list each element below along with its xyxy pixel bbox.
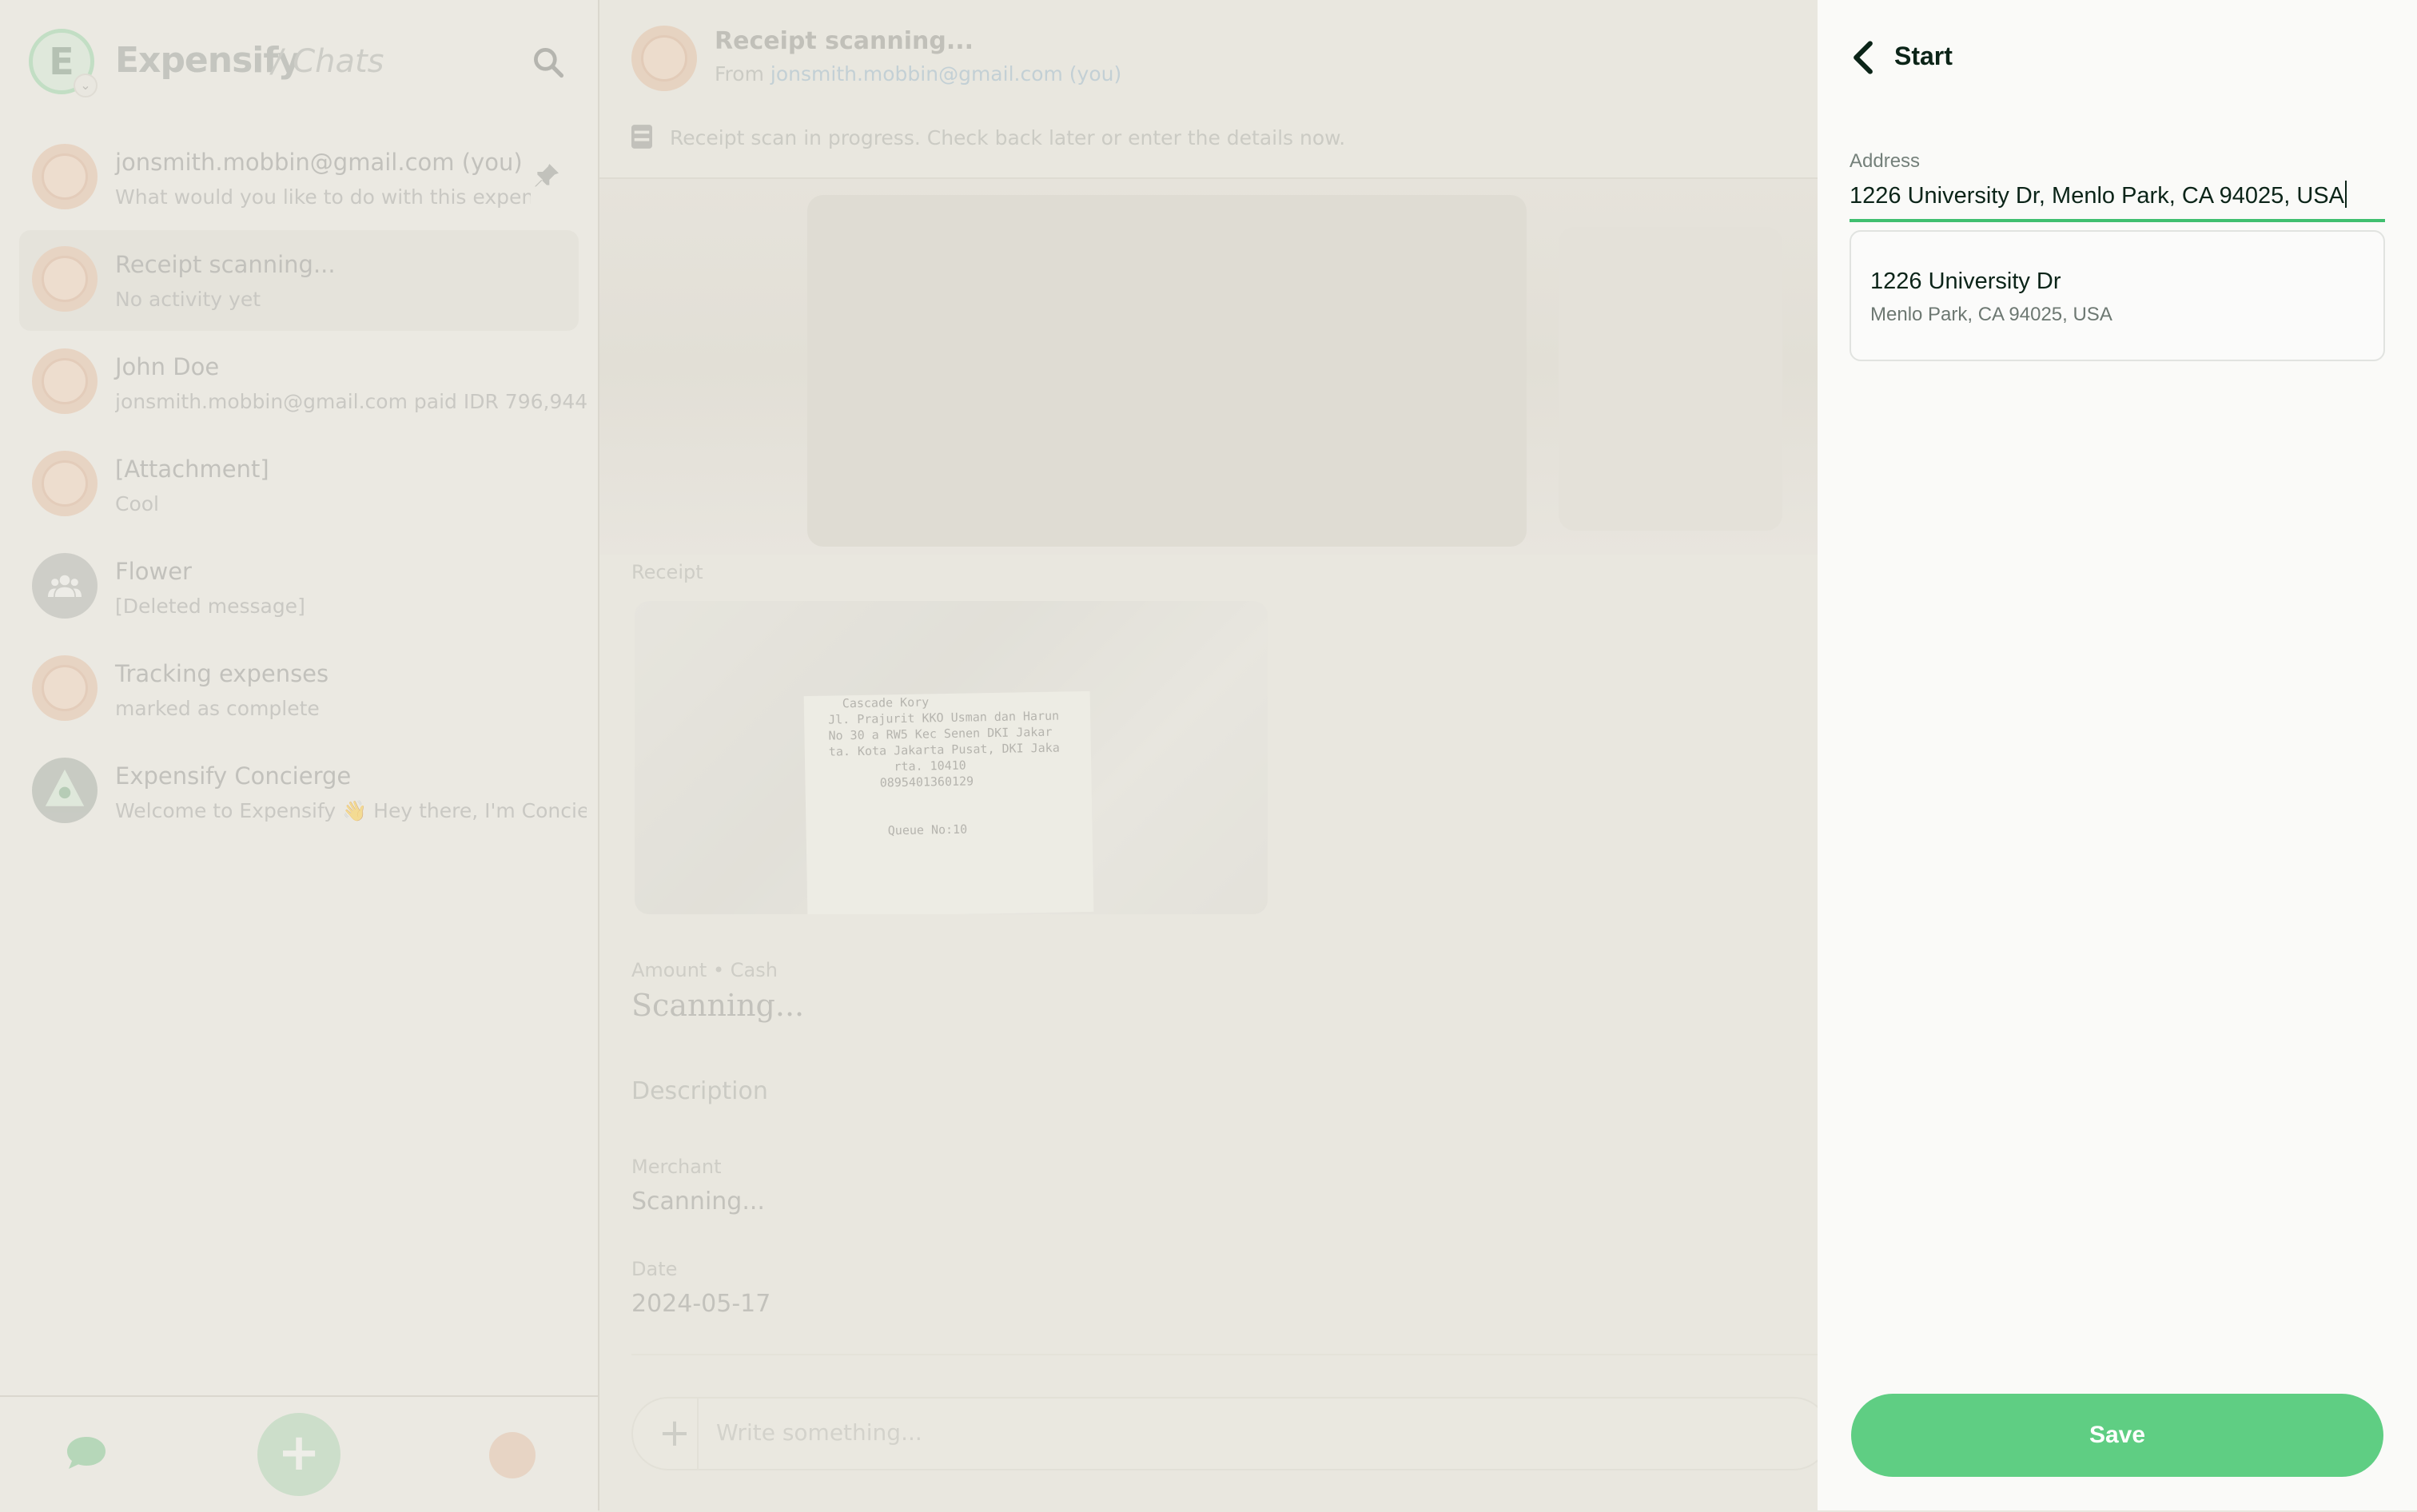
text-cursor bbox=[2344, 181, 2347, 208]
address-panel: Start Address 1226 University Dr, Menlo … bbox=[1818, 0, 2417, 1510]
chat-title: jonsmith.mobbin@gmail.com (you) bbox=[115, 149, 523, 176]
merchant-label: Merchant bbox=[631, 1156, 722, 1178]
chat-row-flower[interactable]: Flower [Deleted message] bbox=[19, 537, 579, 638]
chat-subtitle: jonsmith.mobbin@gmail.com paid IDR 796,9… bbox=[115, 390, 587, 413]
amount-label: Amount • Cash bbox=[631, 959, 778, 981]
avatar bbox=[32, 553, 98, 619]
chat-row-john-doe[interactable]: John Doe jonsmith.mobbin@gmail.com paid … bbox=[19, 332, 587, 433]
receipt-text: Cascade Kory Jl. Prajurit KKO Usman dan … bbox=[827, 694, 1060, 839]
chat-row-self[interactable]: jonsmith.mobbin@gmail.com (you) What wou… bbox=[19, 128, 579, 229]
chat-subtitle: Cool bbox=[115, 492, 159, 515]
avatar bbox=[32, 758, 98, 823]
address-suggestion[interactable]: 1226 University Dr Menlo Park, CA 94025,… bbox=[1850, 230, 2385, 361]
report-view: Receipt scanning... From jonsmith.mobbin… bbox=[599, 0, 1830, 1510]
chat-title: Tracking expenses bbox=[115, 660, 329, 687]
receipt-paper: Cascade Kory Jl. Prajurit KKO Usman dan … bbox=[803, 690, 1094, 914]
pin-icon bbox=[535, 164, 559, 187]
chat-subtitle: marked as complete bbox=[115, 697, 320, 720]
chat-row-concierge[interactable]: Expensify Concierge Welcome to Expensify… bbox=[19, 742, 587, 842]
merchant-value[interactable]: Scanning... bbox=[631, 1188, 765, 1216]
suggestion-city: Menlo Park, CA 94025, USA bbox=[1870, 304, 2112, 325]
chat-subtitle: What would you like to do with this expe… bbox=[115, 185, 531, 209]
account-avatar[interactable] bbox=[489, 1432, 536, 1478]
chat-row-attachment[interactable]: [Attachment] Cool bbox=[19, 435, 579, 535]
chat-subtitle: No activity yet bbox=[115, 288, 261, 311]
amount-value[interactable]: Scanning... bbox=[631, 988, 804, 1023]
create-button[interactable]: + bbox=[257, 1413, 340, 1496]
avatar bbox=[32, 451, 98, 516]
address-input-underline bbox=[1850, 219, 2385, 222]
search-icon[interactable] bbox=[531, 45, 566, 80]
avatar bbox=[631, 26, 697, 91]
chevron-down-icon[interactable]: ⌄ bbox=[74, 74, 98, 97]
composer-divider bbox=[631, 1354, 1818, 1355]
sidebar: E ⌄ Expensify / Chats jonsmith.mobbin@gm… bbox=[0, 0, 599, 1512]
save-button[interactable]: Save bbox=[1851, 1394, 2383, 1477]
panel-title: Start bbox=[1894, 42, 1953, 70]
chat-row-receipt-scanning[interactable]: Receipt scanning... No activity yet bbox=[19, 230, 579, 331]
address-input-text: 1226 University Dr, Menlo Park, CA 94025… bbox=[1850, 183, 2344, 209]
address-label: Address bbox=[1850, 150, 1921, 172]
receipt-scan-icon bbox=[631, 125, 652, 149]
scan-status-note: Receipt scan in progress. Check back lat… bbox=[670, 126, 1346, 149]
chat-row-tracking-expenses[interactable]: Tracking expenses marked as complete bbox=[19, 639, 579, 740]
back-chevron-icon[interactable] bbox=[1850, 40, 1877, 75]
plus-icon: + bbox=[277, 1423, 321, 1482]
chat-title: Receipt scanning... bbox=[115, 251, 336, 278]
chat-title: John Doe bbox=[115, 353, 220, 380]
avatar bbox=[32, 246, 98, 312]
date-label: Date bbox=[631, 1258, 678, 1280]
background-image bbox=[599, 179, 1818, 555]
from-email-link[interactable]: jonsmith.mobbin@gmail.com (you) bbox=[770, 62, 1121, 86]
composer-separator bbox=[697, 1399, 699, 1469]
composer-input[interactable]: Write something... bbox=[716, 1419, 922, 1446]
group-icon bbox=[48, 575, 82, 597]
address-input[interactable]: 1226 University Dr, Menlo Park, CA 94025… bbox=[1850, 181, 2347, 209]
concierge-icon bbox=[45, 769, 85, 806]
section-title: / Chats bbox=[272, 43, 384, 80]
chat-subtitle: [Deleted message] bbox=[115, 595, 305, 618]
chat-title: Flower bbox=[115, 558, 192, 585]
description-field[interactable]: Description bbox=[631, 1077, 768, 1105]
avatar bbox=[32, 144, 98, 209]
receipt-image[interactable]: Cascade Kory Jl. Prajurit KKO Usman dan … bbox=[635, 601, 1268, 914]
bottom-nav: + bbox=[0, 1395, 598, 1512]
receipt-label: Receipt bbox=[631, 561, 703, 583]
suggestion-street: 1226 University Dr bbox=[1870, 269, 2061, 294]
avatar bbox=[32, 348, 98, 414]
plus-icon[interactable]: + bbox=[651, 1410, 699, 1458]
chat-subtitle: Welcome to Expensify 👋 Hey there, I'm Co… bbox=[115, 799, 587, 822]
message-composer[interactable]: + Write something... bbox=[631, 1397, 1830, 1470]
chat-title: Expensify Concierge bbox=[115, 762, 352, 790]
chat-title: [Attachment] bbox=[115, 456, 269, 483]
avatar bbox=[32, 655, 98, 721]
report-title: Receipt scanning... bbox=[715, 27, 974, 55]
chat-bubble-icon[interactable] bbox=[66, 1434, 107, 1472]
from-prefix: From bbox=[715, 62, 764, 86]
report-from: From jonsmith.mobbin@gmail.com (you) bbox=[715, 62, 1121, 86]
date-value[interactable]: 2024-05-17 bbox=[631, 1290, 770, 1318]
